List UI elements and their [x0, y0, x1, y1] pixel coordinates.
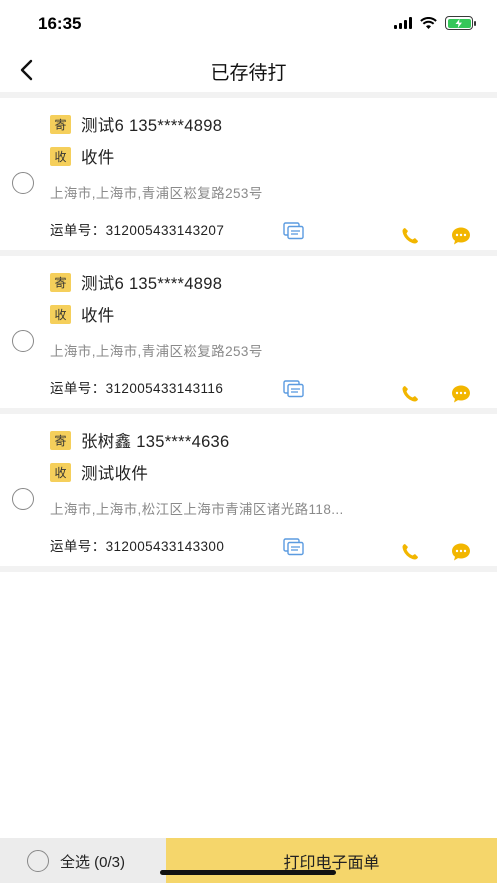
sender-row: 寄 张树鑫 135****4636 [50, 428, 230, 452]
cellular-signal-icon [394, 17, 412, 29]
status-bar: 16:35 [0, 0, 497, 48]
waybill-label: 运单号： [50, 381, 106, 396]
message-icon[interactable] [451, 384, 471, 404]
message-icon[interactable] [451, 542, 471, 562]
status-icons [394, 16, 476, 30]
phone-icon[interactable] [400, 542, 420, 562]
order-card[interactable]: 寄 测试6 135****4898 收 收件 上海市,上海市,青浦区崧复路253… [0, 256, 497, 408]
divider [0, 566, 497, 572]
select-all-toggle[interactable]: 全选 (0/3) [0, 838, 166, 883]
waybill-number: 运单号：312005433143300 [50, 535, 224, 555]
order-select-radio[interactable] [12, 488, 34, 510]
receiver-row: 收 测试收件 [50, 460, 148, 484]
receiver-tag: 收 [50, 462, 71, 482]
sender-row: 寄 测试6 135****4898 [50, 270, 222, 294]
sender-tag: 寄 [50, 272, 71, 292]
phone-icon[interactable] [400, 384, 420, 404]
waybill-value: 312005433143300 [105, 539, 225, 554]
copy-icon[interactable] [283, 538, 305, 556]
phone-icon[interactable] [400, 226, 420, 246]
charging-bolt-icon [455, 18, 462, 28]
receiver-address: 上海市,上海市,松江区上海市青浦区诸光路118... [50, 502, 344, 517]
receiver-address: 上海市,上海市,青浦区崧复路253号 [50, 186, 263, 201]
receiver-tag: 收 [50, 304, 71, 324]
copy-icon[interactable] [283, 380, 305, 398]
message-icon[interactable] [451, 226, 471, 246]
sender-info: 张树鑫 135****4636 [81, 433, 230, 451]
waybill-value: 312005433143207 [105, 223, 225, 238]
select-all-label: 全选 (0/3) [60, 854, 126, 871]
battery-icon [445, 16, 476, 30]
receiver-row: 收 收件 [50, 302, 115, 326]
waybill-value: 312005433143116 [105, 381, 224, 396]
order-select-radio[interactable] [12, 172, 34, 194]
sender-info: 测试6 135****4898 [81, 117, 223, 135]
receiver-info: 测试收件 [81, 465, 149, 483]
nav-bar: 已存待打 [0, 48, 497, 92]
waybill-label: 运单号： [50, 223, 106, 238]
back-button[interactable] [10, 54, 42, 86]
sender-tag: 寄 [50, 114, 71, 134]
status-time: 16:35 [38, 14, 82, 33]
order-select-radio[interactable] [12, 330, 34, 352]
order-card[interactable]: 寄 张树鑫 135****4636 收 测试收件 上海市,上海市,松江区上海市青… [0, 414, 497, 566]
copy-icon[interactable] [283, 222, 305, 240]
sender-row: 寄 测试6 135****4898 [50, 112, 222, 136]
receiver-info: 收件 [81, 307, 115, 325]
receiver-row: 收 收件 [50, 144, 115, 168]
select-all-radio[interactable] [27, 850, 49, 872]
waybill-number: 运单号：312005433143207 [50, 219, 224, 239]
home-indicator [160, 870, 336, 875]
waybill-number: 运单号：312005433143116 [50, 377, 223, 397]
receiver-tag: 收 [50, 146, 71, 166]
print-waybill-button[interactable]: 打印电子面单 [166, 838, 497, 883]
receiver-address: 上海市,上海市,青浦区崧复路253号 [50, 344, 263, 359]
receiver-info: 收件 [81, 149, 115, 167]
page-title: 已存待打 [210, 63, 287, 84]
wifi-icon [420, 16, 437, 29]
sender-info: 测试6 135****4898 [81, 275, 223, 293]
chevron-left-icon [20, 59, 33, 81]
order-card[interactable]: 寄 测试6 135****4898 收 收件 上海市,上海市,青浦区崧复路253… [0, 98, 497, 250]
order-list: 寄 测试6 135****4898 收 收件 上海市,上海市,青浦区崧复路253… [0, 92, 497, 572]
waybill-label: 运单号： [50, 539, 106, 554]
bottom-action-bar: 全选 (0/3) 打印电子面单 [0, 838, 497, 883]
sender-tag: 寄 [50, 430, 71, 450]
